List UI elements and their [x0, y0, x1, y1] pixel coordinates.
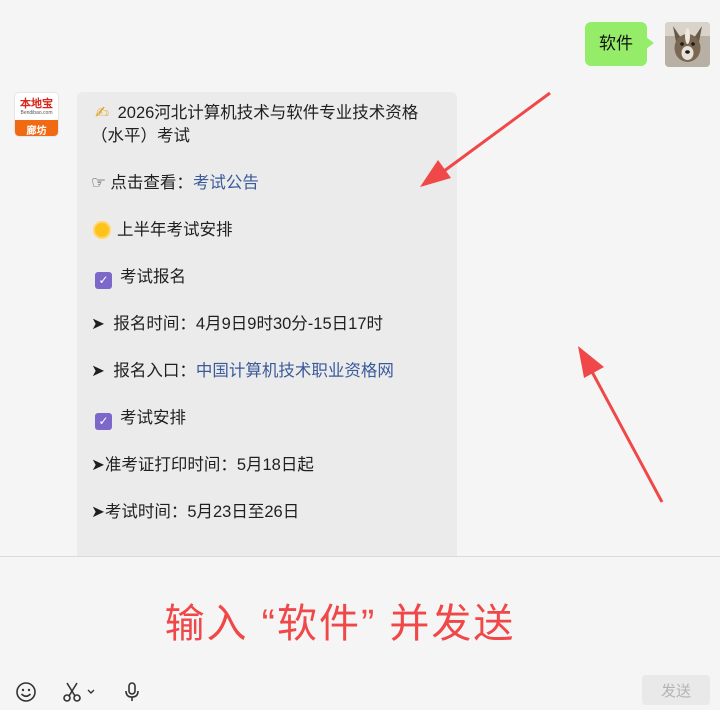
microphone-icon[interactable]	[120, 680, 144, 704]
message-input-area[interactable]: 输入 “软件” 并发送 发送	[0, 556, 720, 710]
arrow-to-link	[420, 91, 551, 187]
instruction-overlay-text: 输入 “软件” 并发送	[164, 602, 516, 646]
scissors-icon[interactable]	[60, 680, 98, 704]
send-button[interactable]: 发送	[642, 675, 710, 705]
arrow-to-input	[578, 346, 664, 503]
chat-message-area: 软件 本地宝 Bendibao.com 廊坊 ✍ 2026河北计算机技术与软件专…	[0, 0, 720, 556]
annotation-arrows	[420, 91, 664, 503]
input-toolbar	[14, 680, 144, 704]
emoji-icon[interactable]	[14, 680, 38, 704]
